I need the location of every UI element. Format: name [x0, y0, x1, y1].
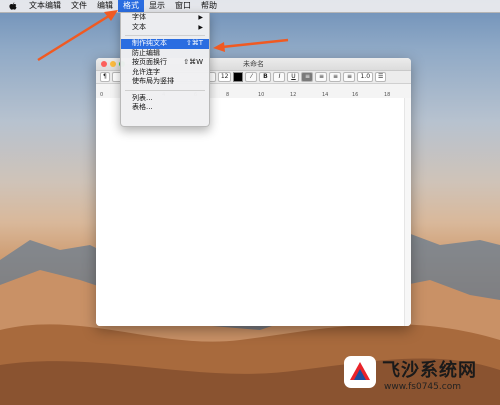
site-watermark: 飞沙系统网 www.fs0745.com [342, 352, 492, 402]
watermark-url: www.fs0745.com [384, 382, 461, 392]
annotation-arrow-menu [37, 10, 118, 62]
annotation-arrow-item [213, 38, 289, 52]
annotation-arrows [37, 10, 289, 62]
watermark-title: 飞沙系统网 [382, 360, 477, 381]
watermark-logo-icon [344, 356, 376, 388]
